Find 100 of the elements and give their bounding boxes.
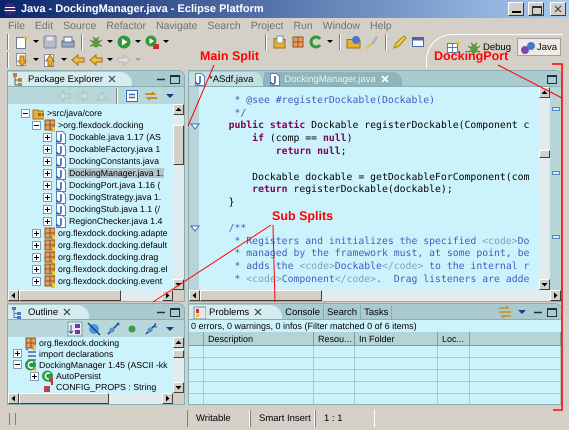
open-folder-icon[interactable]: [272, 34, 288, 50]
vertical-scrollbar[interactable]: [173, 104, 184, 290]
scroll-thumb[interactable]: [539, 150, 550, 158]
view-tab[interactable]: Outline: [8, 305, 90, 319]
tree-item[interactable]: org.flexdock.docking.adapte: [57, 228, 169, 238]
scroll-up-button[interactable]: [173, 104, 184, 115]
maximize-icon[interactable]: [168, 72, 181, 85]
view-tab[interactable]: Console: [282, 305, 324, 319]
maximize-icon[interactable]: [168, 305, 181, 318]
minimize-button[interactable]: [508, 2, 524, 16]
hide-static-icon[interactable]: [105, 320, 121, 336]
expand-toggle-icon[interactable]: [30, 372, 39, 381]
tree-item[interactable]: >org.flexdock.docking: [57, 120, 144, 130]
tree-item[interactable]: org.flexdock.docking: [38, 338, 120, 348]
hide-local-icon[interactable]: [143, 320, 159, 336]
collapse-toggle-icon[interactable]: [21, 108, 30, 118]
tree-item[interactable]: import declarations: [38, 348, 114, 359]
tree-item[interactable]: DockingStub.java 1.1 (/: [68, 204, 161, 214]
scroll-left-button[interactable]: [189, 290, 200, 301]
fold-triangle-icon[interactable]: [190, 224, 200, 232]
fold-triangle-icon[interactable]: [190, 122, 200, 130]
expand-toggle-icon[interactable]: [43, 204, 52, 214]
down-arrow-document-icon[interactable]: [14, 52, 30, 68]
scroll-thumb[interactable]: [19, 290, 121, 301]
tree-item[interactable]: DockingConstants.java: [68, 156, 160, 166]
column-header[interactable]: Loc...: [438, 332, 470, 346]
tree-item[interactable]: DockingManager 1.45 (ASCII -kk: [38, 360, 169, 370]
tree-item[interactable]: Dockable.java 1.17 (AS: [68, 132, 162, 142]
tree-item[interactable]: AutoPersist: [55, 371, 102, 382]
column-header[interactable]: Description: [204, 332, 314, 346]
expand-toggle-icon[interactable]: [32, 240, 41, 250]
expand-toggle-icon[interactable]: [43, 156, 52, 166]
tree-item[interactable]: org.flexdock.docking.drag: [57, 252, 160, 262]
up-arrow-document-icon[interactable]: [42, 52, 58, 68]
scroll-right-button[interactable]: [550, 290, 561, 301]
scroll-right-button[interactable]: [162, 290, 173, 301]
expand-toggle-icon[interactable]: [43, 192, 52, 202]
scroll-down-button[interactable]: [539, 279, 550, 290]
expand-toggle-icon[interactable]: [43, 180, 52, 190]
expand-toggle-icon[interactable]: [43, 144, 52, 154]
expand-toggle-icon[interactable]: [32, 252, 41, 262]
expand-toggle-icon[interactable]: [43, 132, 52, 142]
collapse-all-icon[interactable]: [124, 88, 140, 104]
scroll-thumb[interactable]: [173, 350, 184, 358]
close-icon[interactable]: [106, 73, 118, 85]
perspective-button[interactable]: Java: [517, 38, 562, 56]
tree-item[interactable]: DockableFactory.java 1: [68, 144, 162, 154]
tree-item[interactable]: org.flexdock.docking.drag.el: [57, 264, 169, 274]
view-tab[interactable]: Package Explorer: [8, 72, 132, 86]
column-header[interactable]: Resou...: [314, 332, 355, 346]
scroll-thumb[interactable]: [19, 393, 109, 404]
tree-item[interactable]: CONFIG_PROPS : String: [55, 382, 158, 392]
tree-item[interactable]: org.flexdock.docking.event: [57, 276, 164, 286]
scroll-right-button[interactable]: [162, 393, 173, 404]
horizontal-scrollbar[interactable]: [8, 393, 173, 404]
view-tab[interactable]: Problems: [189, 305, 282, 319]
tree-item[interactable]: RegionChecker.java 1.4: [68, 216, 164, 226]
new-document-icon[interactable]: [14, 34, 30, 50]
scroll-thumb[interactable]: [173, 125, 184, 165]
tree-item[interactable]: DockingStrategy.java 1.: [68, 192, 162, 202]
expand-toggle-icon[interactable]: [32, 276, 41, 286]
view-tab[interactable]: Search: [324, 305, 362, 319]
expand-toggle-icon[interactable]: [43, 216, 52, 226]
close-button[interactable]: [550, 2, 566, 16]
scroll-down-button[interactable]: [173, 382, 184, 393]
tree-item[interactable]: org.flexdock.docking.default: [57, 240, 168, 250]
window-icon[interactable]: [410, 34, 426, 50]
grid-icon[interactable]: [290, 34, 306, 50]
expand-toggle-icon[interactable]: [43, 168, 52, 178]
maximize-icon[interactable]: [545, 305, 558, 318]
scroll-thumb[interactable]: [200, 290, 322, 301]
tree-item[interactable]: DockingPort.java 1.16 (: [68, 180, 162, 190]
horizontal-scrollbar[interactable]: [8, 290, 173, 301]
overview-mark-icon[interactable]: [552, 171, 560, 175]
scroll-left-button[interactable]: [8, 393, 19, 404]
play-icon[interactable]: [116, 34, 132, 50]
scroll-up-button[interactable]: [539, 87, 550, 98]
vertical-scrollbar[interactable]: [173, 337, 184, 393]
tree-item[interactable]: DockingManager.java 1.: [68, 168, 164, 178]
expand-toggle-icon[interactable]: [13, 349, 22, 358]
overview-mark-icon[interactable]: [552, 107, 560, 111]
maximize-button[interactable]: [528, 2, 544, 16]
sort-icon[interactable]: [67, 320, 83, 336]
bug-icon[interactable]: [88, 34, 104, 50]
collapse-toggle-icon[interactable]: [13, 360, 22, 370]
close-icon[interactable]: [61, 306, 74, 318]
expand-toggle-icon[interactable]: [32, 264, 41, 274]
column-header[interactable]: In Folder: [355, 332, 438, 346]
play-toolbox-icon[interactable]: [144, 34, 160, 50]
editor-tab[interactable]: *ASdf.java: [189, 72, 264, 86]
horizontal-scrollbar[interactable]: [189, 290, 561, 301]
hide-fields-icon[interactable]: [86, 320, 102, 336]
scroll-up-button[interactable]: [173, 337, 184, 348]
close-icon[interactable]: [252, 306, 264, 318]
maximize-icon[interactable]: [545, 72, 558, 85]
collapse-toggle-icon[interactable]: [32, 120, 41, 130]
vertical-scrollbar[interactable]: [539, 87, 550, 290]
expand-toggle-icon[interactable]: [32, 228, 41, 238]
tree-item[interactable]: >src/java/core: [46, 108, 104, 118]
globe-folder-icon[interactable]: [346, 34, 362, 50]
